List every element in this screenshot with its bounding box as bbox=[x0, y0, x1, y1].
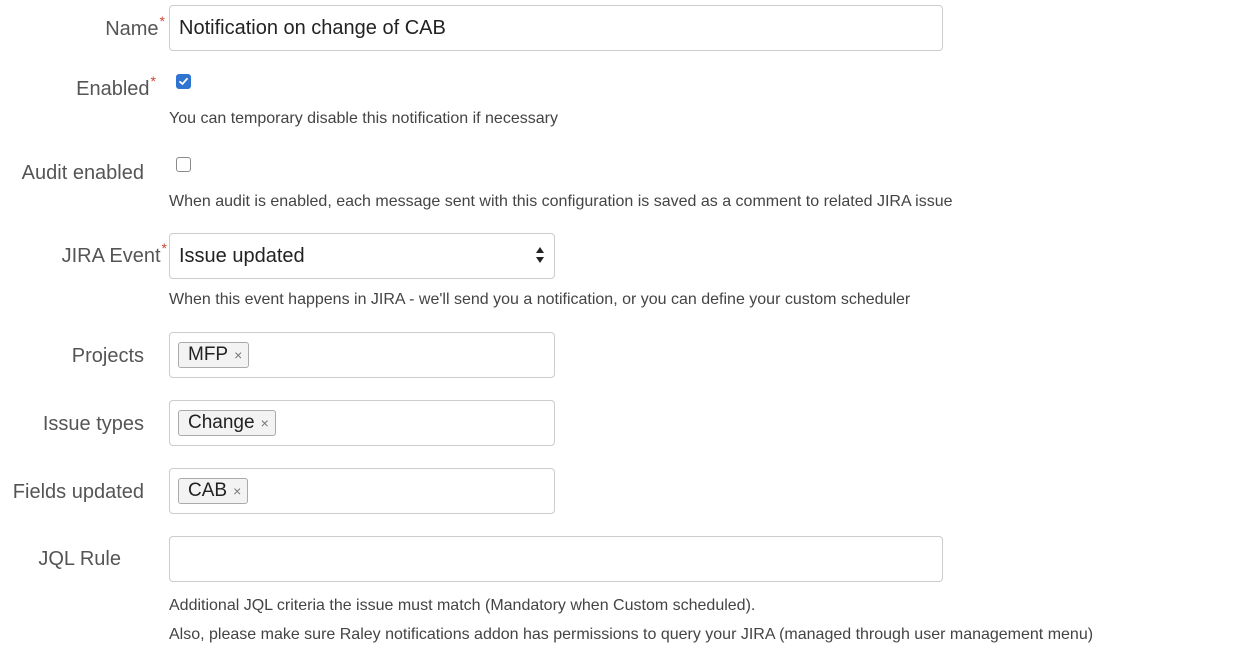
fields-updated-multiselect[interactable]: CAB × bbox=[169, 468, 555, 514]
audit-enabled-checkbox[interactable] bbox=[176, 157, 191, 172]
name-input[interactable]: Notification on change of CAB bbox=[169, 5, 943, 51]
issue-types-label: Issue types bbox=[42, 413, 144, 435]
remove-tag-icon[interactable]: × bbox=[233, 483, 241, 499]
remove-tag-icon[interactable]: × bbox=[234, 347, 242, 363]
projects-label: Projects bbox=[71, 345, 144, 367]
required-marker: * bbox=[159, 13, 165, 29]
enabled-checkbox[interactable] bbox=[176, 74, 191, 89]
jql-rule-label: JQL Rule bbox=[38, 548, 121, 570]
fields-updated-label: Fields updated bbox=[12, 481, 144, 503]
audit-enabled-label: Audit enabled bbox=[21, 162, 144, 184]
field-tag: CAB × bbox=[178, 478, 249, 504]
notification-form: Name* Notification on change of CAB Enab… bbox=[0, 0, 1254, 650]
project-tag: MFP × bbox=[178, 342, 250, 368]
enabled-help-text: You can temporary disable this notificat… bbox=[169, 110, 558, 127]
audit-help-text: When audit is enabled, each message sent… bbox=[169, 193, 953, 210]
jira-event-select[interactable]: Issue updated bbox=[169, 233, 555, 279]
projects-multiselect[interactable]: MFP × bbox=[169, 332, 555, 378]
select-arrows-icon bbox=[536, 247, 544, 263]
required-marker: * bbox=[150, 73, 156, 89]
jira-event-label: JIRA Event* bbox=[61, 240, 167, 267]
enabled-label: Enabled* bbox=[76, 73, 156, 100]
issue-type-tag: Change × bbox=[178, 410, 276, 436]
jql-rule-input[interactable] bbox=[169, 536, 943, 582]
required-marker: * bbox=[161, 240, 167, 256]
name-label: Name* bbox=[105, 13, 165, 40]
jira-event-help-text: When this event happens in JIRA - we'll … bbox=[169, 291, 911, 308]
remove-tag-icon[interactable]: × bbox=[261, 415, 269, 431]
checkmark-icon bbox=[179, 77, 188, 85]
jql-help-text-1: Additional JQL criteria the issue must m… bbox=[169, 597, 756, 614]
jira-event-selected-value: Issue updated bbox=[179, 245, 305, 267]
jql-help-text-2: Also, please make sure Raley notificatio… bbox=[169, 626, 1094, 643]
issue-types-multiselect[interactable]: Change × bbox=[169, 400, 555, 446]
